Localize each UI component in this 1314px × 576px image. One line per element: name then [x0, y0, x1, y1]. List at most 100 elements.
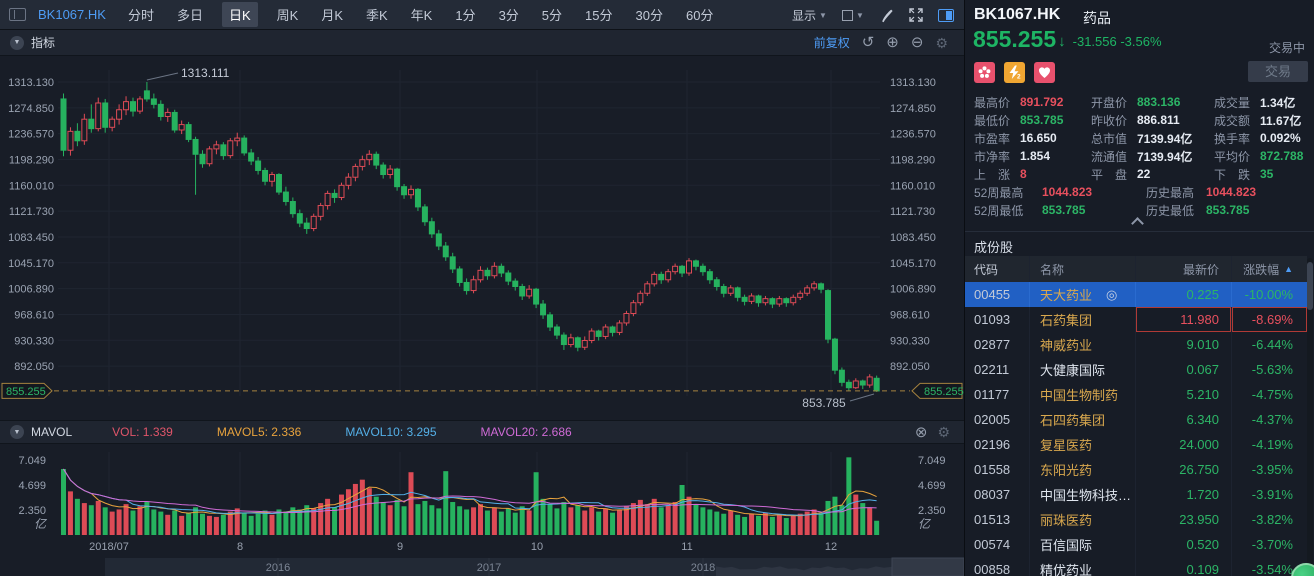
stock-name-cell: 大健康国际	[1029, 357, 1135, 382]
tab-年K[interactable]: 年K	[407, 2, 437, 27]
gear-icon[interactable]	[937, 425, 950, 439]
scrollbar-thumb[interactable]	[1307, 262, 1313, 310]
column-price[interactable]: 最新价	[1135, 256, 1231, 282]
table-body: 00455天大药业0.225-10.00%01093石药集团11.980-8.6…	[965, 282, 1307, 576]
tab-60分[interactable]: 60分	[682, 2, 717, 27]
trade-button[interactable]: 交易	[1248, 61, 1308, 82]
tab-季K[interactable]: 季K	[362, 2, 392, 27]
volume-legend-item: VOL: 1.339	[112, 425, 173, 439]
drawing-brush-icon[interactable]	[879, 8, 894, 23]
tab-月K[interactable]: 月K	[317, 2, 347, 27]
column-change[interactable]: 涨跌幅	[1231, 256, 1307, 282]
stock-change: -3.82%	[1252, 512, 1293, 527]
candlestick-chart[interactable]: 1313.1301313.1301274.8501274.8501236.570…	[0, 0, 964, 576]
svg-text:892.050: 892.050	[890, 361, 930, 373]
table-row-01093[interactable]: 01093石药集团11.980-8.69%	[965, 307, 1307, 332]
stock-price-cell: 26.750	[1135, 457, 1231, 482]
stat-value: 1.34亿	[1260, 94, 1295, 111]
layout-icon[interactable]	[9, 8, 26, 21]
stock-price: 6.340	[1186, 412, 1219, 427]
stat-label: 换手率	[1214, 130, 1260, 147]
table-row-00858[interactable]: 00858精优药业0.109-3.54%	[965, 557, 1307, 576]
svg-text:855.255: 855.255	[924, 386, 964, 398]
tab-30分[interactable]: 30分	[632, 2, 667, 27]
stat-label: 总市值	[1091, 130, 1137, 147]
stat-cell: 历史最高1044.823	[1146, 184, 1309, 201]
stock-price: 11.980	[1180, 312, 1219, 327]
stat-row: 52周最高1044.823历史最高1044.823	[974, 183, 1309, 201]
stock-change-cell: -4.19%	[1231, 432, 1307, 457]
tab-周K[interactable]: 周K	[273, 2, 303, 27]
stock-name: 百信国际	[1040, 535, 1092, 554]
table-row-01513[interactable]: 01513丽珠医药23.950-3.82%	[965, 507, 1307, 532]
close-icon[interactable]	[915, 425, 928, 440]
navigator-selection[interactable]	[892, 558, 964, 576]
column-name[interactable]: 名称	[1029, 256, 1135, 282]
table-row-02005[interactable]: 02005石四药集团6.340-4.37%	[965, 407, 1307, 432]
svg-text:1045.170: 1045.170	[8, 258, 54, 270]
stat-value: 35	[1260, 167, 1273, 181]
svg-text:2018: 2018	[691, 562, 715, 574]
stat-label: 成交量	[1214, 94, 1260, 111]
stat-cell: 市净率1.854	[974, 148, 1091, 165]
locate-target-icon[interactable]	[1106, 287, 1117, 303]
stat-value: 1044.823	[1206, 185, 1256, 199]
table-row-08037[interactable]: 08037中国生物科技服务1.720-3.91%	[965, 482, 1307, 507]
display-dropdown[interactable]: 显示	[792, 7, 827, 24]
tab-3分[interactable]: 3分	[495, 2, 523, 27]
svg-text:930.330: 930.330	[14, 335, 54, 347]
tab-5分[interactable]: 5分	[538, 2, 566, 27]
tab-多日[interactable]: 多日	[173, 2, 207, 27]
stock-name: 中国生物制药	[1040, 385, 1118, 404]
zoom-in-icon[interactable]	[886, 35, 899, 50]
column-code[interactable]: 代码	[965, 261, 1029, 278]
tab-分时[interactable]: 分时	[124, 2, 158, 27]
collapse-stats-icon[interactable]	[1131, 217, 1144, 230]
indicator-label[interactable]: 指标	[31, 34, 55, 51]
table-row-00574[interactable]: 00574百信国际0.520-3.70%	[965, 532, 1307, 557]
tab-日K[interactable]: 日K	[222, 2, 258, 27]
chevron-down-icon	[819, 11, 827, 20]
candle-style-dropdown[interactable]	[842, 10, 864, 21]
svg-text:亿: 亿	[34, 517, 48, 531]
forward-adjust-link[interactable]: 前复权	[814, 34, 850, 51]
table-row-01177[interactable]: 01177中国生物制药5.210-4.75%	[965, 382, 1307, 407]
toggle-side-panel-icon[interactable]	[938, 9, 954, 22]
stock-name: 丽珠医药	[1040, 510, 1092, 529]
volume-collapse-icon[interactable]	[10, 425, 24, 439]
tab-15分[interactable]: 15分	[581, 2, 616, 27]
stat-value: 22	[1137, 167, 1150, 181]
undo-icon[interactable]	[862, 35, 875, 50]
stat-label: 历史最低	[1146, 202, 1206, 219]
table-row-02196[interactable]: 02196复星医药24.000-4.19%	[965, 432, 1307, 457]
indicator-right-controls: 前复权	[814, 34, 948, 51]
stock-price: 0.067	[1186, 362, 1219, 377]
stat-label: 成交额	[1214, 112, 1260, 129]
gear-icon[interactable]	[935, 36, 948, 50]
svg-text:8: 8	[237, 541, 243, 553]
indicator-collapse-icon[interactable]	[10, 36, 24, 50]
table-row-02211[interactable]: 02211大健康国际0.067-5.63%	[965, 357, 1307, 382]
stock-name-cell: 丽珠医药	[1029, 507, 1135, 532]
svg-text:12: 12	[825, 541, 837, 553]
volume-indicator-label[interactable]: MAVOL	[31, 425, 72, 439]
table-row-02877[interactable]: 02877神威药业9.010-6.44%	[965, 332, 1307, 357]
table-row-00455[interactable]: 00455天大药业0.225-10.00%	[965, 282, 1307, 307]
range-navigator[interactable]: 201620172018	[105, 558, 964, 576]
svg-text:4.699: 4.699	[918, 480, 946, 492]
table-scrollbar[interactable]	[1307, 258, 1313, 576]
svg-text:4.699: 4.699	[18, 480, 46, 492]
table-row-01558[interactable]: 01558东阳光药26.750-3.95%	[965, 457, 1307, 482]
stock-price-cell: 23.950	[1135, 507, 1231, 532]
svg-text:930.330: 930.330	[890, 335, 930, 347]
chart-symbol[interactable]: BK1067.HK	[38, 7, 106, 22]
stock-price: 1.720	[1186, 487, 1219, 502]
svg-text:2: 2	[1017, 74, 1021, 81]
stat-label: 市盈率	[974, 130, 1020, 147]
zoom-out-icon[interactable]	[911, 35, 924, 50]
stock-code: 01093	[965, 312, 1029, 327]
stat-row: 市净率1.854流通值7139.94亿平均价872.788	[974, 147, 1309, 165]
last-price: 855.255	[973, 28, 1056, 51]
fullscreen-icon[interactable]	[909, 8, 923, 22]
tab-1分[interactable]: 1分	[451, 2, 479, 27]
